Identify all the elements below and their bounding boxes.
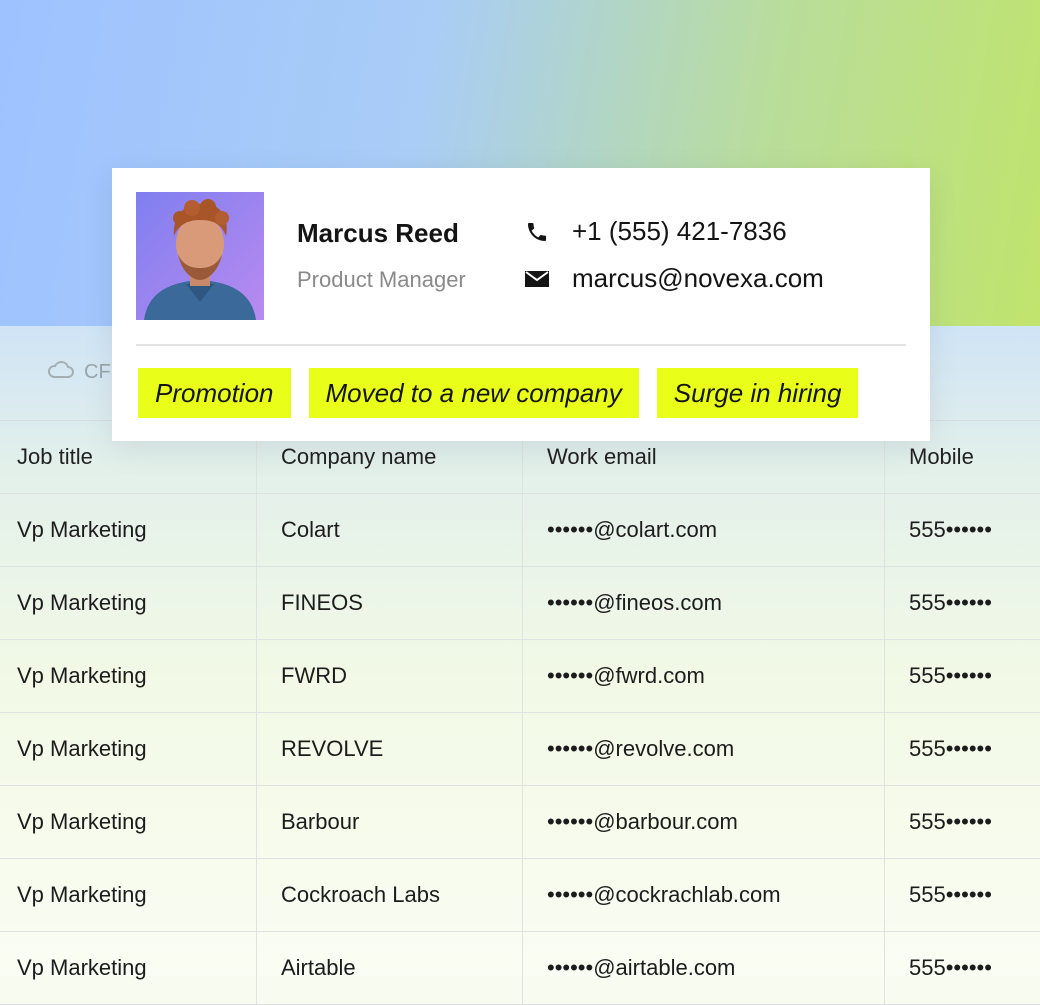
toolbar-label[interactable]: CF bbox=[84, 361, 111, 384]
signal-tags: Promotion Moved to a new company Surge i… bbox=[138, 368, 859, 418]
tag-moved-company[interactable]: Moved to a new company bbox=[308, 368, 639, 418]
mobile-cell: 555•••••• bbox=[909, 809, 992, 834]
tag-promotion[interactable]: Promotion bbox=[138, 368, 291, 418]
phone-number[interactable]: +1 (555) 421-7836 bbox=[572, 216, 787, 247]
mobile-cell: 555•••••• bbox=[909, 882, 992, 907]
table-row[interactable]: Vp Marketing Airtable ••••••@airtable.co… bbox=[0, 932, 1040, 1005]
work-email-cell: ••••••@fwrd.com bbox=[523, 640, 885, 712]
company-name-cell: REVOLVE bbox=[257, 713, 523, 785]
job-title-cell: Vp Marketing bbox=[0, 713, 257, 785]
profile-card: Marcus Reed Product Manager +1 (555) 421… bbox=[112, 168, 930, 441]
contact-name: Marcus Reed bbox=[297, 218, 459, 248]
work-email-cell: ••••••@revolve.com bbox=[523, 713, 885, 785]
mobile-cell: 555•••••• bbox=[909, 736, 992, 761]
toolbar: CF bbox=[46, 356, 111, 388]
mobile-cell: 555•••••• bbox=[909, 590, 992, 615]
work-email-cell: ••••••@cockrachlab.com bbox=[523, 859, 885, 931]
company-name-cell: FINEOS bbox=[257, 567, 523, 639]
table-row[interactable]: Vp Marketing FWRD ••••••@fwrd.com 555•••… bbox=[0, 640, 1040, 713]
job-title-cell: Vp Marketing bbox=[0, 640, 257, 712]
tag-surge-hiring[interactable]: Surge in hiring bbox=[656, 368, 859, 418]
contact-role: Product Manager bbox=[297, 267, 466, 292]
job-title-cell: Vp Marketing bbox=[0, 859, 257, 931]
job-title-cell: Vp Marketing bbox=[0, 932, 257, 1004]
job-title-cell: Vp Marketing bbox=[0, 494, 257, 566]
work-email-cell: ••••••@fineos.com bbox=[523, 567, 885, 639]
company-name-cell: Cockroach Labs bbox=[257, 859, 523, 931]
card-divider bbox=[136, 344, 906, 346]
work-email-cell: ••••••@colart.com bbox=[523, 494, 885, 566]
company-name-cell: Airtable bbox=[257, 932, 523, 1004]
phone-icon bbox=[524, 219, 550, 245]
mail-icon bbox=[524, 266, 550, 292]
job-title-cell: Vp Marketing bbox=[0, 567, 257, 639]
contacts-table: Job title Company name Work email Mobile… bbox=[0, 420, 1040, 1005]
email-address[interactable]: marcus@novexa.com bbox=[572, 263, 824, 294]
work-email-cell: ••••••@barbour.com bbox=[523, 786, 885, 858]
avatar bbox=[136, 192, 264, 320]
phone-row[interactable]: +1 (555) 421-7836 bbox=[524, 216, 787, 247]
table-row[interactable]: Vp Marketing Barbour ••••••@barbour.com … bbox=[0, 786, 1040, 859]
work-email-cell: ••••••@airtable.com bbox=[523, 932, 885, 1004]
company-name-cell: Colart bbox=[257, 494, 523, 566]
mobile-cell: 555•••••• bbox=[909, 663, 992, 688]
table-row[interactable]: Vp Marketing Cockroach Labs ••••••@cockr… bbox=[0, 859, 1040, 932]
cloud-icon[interactable] bbox=[46, 357, 76, 387]
company-name-cell: Barbour bbox=[257, 786, 523, 858]
table-row[interactable]: Vp Marketing REVOLVE ••••••@revolve.com … bbox=[0, 713, 1040, 786]
job-title-cell: Vp Marketing bbox=[0, 786, 257, 858]
email-row[interactable]: marcus@novexa.com bbox=[524, 263, 824, 294]
table-row[interactable]: Vp Marketing FINEOS ••••••@fineos.com 55… bbox=[0, 567, 1040, 640]
mobile-cell: 555•••••• bbox=[909, 517, 992, 542]
mobile-cell: 555•••••• bbox=[909, 955, 992, 980]
company-name-cell: FWRD bbox=[257, 640, 523, 712]
table-row[interactable]: Vp Marketing Colart ••••••@colart.com 55… bbox=[0, 494, 1040, 567]
